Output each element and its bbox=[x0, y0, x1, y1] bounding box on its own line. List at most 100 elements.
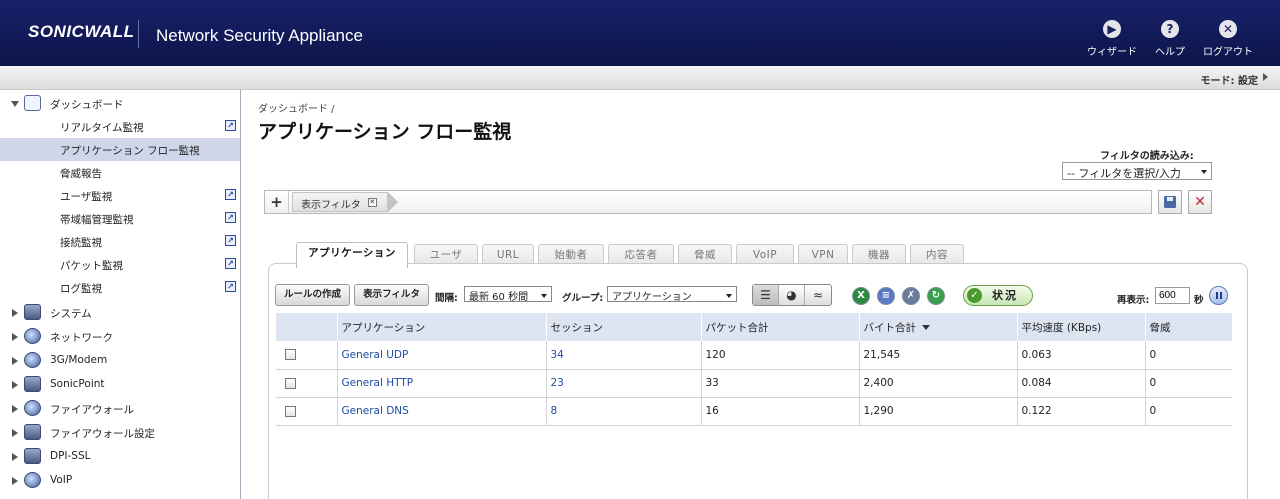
tools-icon[interactable]: ✗ bbox=[902, 287, 920, 305]
application-link[interactable]: General HTTP bbox=[342, 377, 414, 389]
sidebar-item-3g-modem[interactable]: 3G/Modem bbox=[0, 349, 240, 372]
sidebar-item-sonicpoint[interactable]: SonicPoint bbox=[0, 373, 240, 396]
packets-cell: 16 bbox=[701, 397, 860, 426]
group-label: グループ: bbox=[562, 293, 604, 304]
sidebar-item-voip[interactable]: VoIP bbox=[0, 469, 240, 492]
sessions-cell: 23 bbox=[546, 369, 702, 398]
group-select[interactable]: アプリケーション bbox=[607, 286, 737, 302]
wizard-button[interactable]: ▶ ウィザード bbox=[1087, 20, 1137, 58]
expand-right-icon[interactable] bbox=[12, 357, 18, 365]
expand-right-icon[interactable] bbox=[12, 453, 18, 461]
row-checkbox[interactable] bbox=[285, 405, 296, 417]
network-icon bbox=[24, 328, 41, 344]
row-checkbox[interactable] bbox=[285, 377, 296, 389]
breadcrumb[interactable]: ダッシュボード / bbox=[258, 100, 335, 115]
sidebar-item-network[interactable]: ネットワーク bbox=[0, 325, 240, 348]
sidebar-item-realtime-monitor[interactable]: リアルタイム監視 ↗ bbox=[0, 115, 240, 138]
sidebar-item-packet-monitor[interactable]: パケット監視 ↗ bbox=[0, 253, 240, 276]
sidebar-item-threat-report[interactable]: 脅威報告 bbox=[0, 161, 240, 184]
sidebar-item-label: ユーザ監視 bbox=[60, 191, 113, 203]
refresh-interval-input[interactable] bbox=[1155, 287, 1190, 304]
table-row: General UDP 34 120 21,545 0.063 0 bbox=[276, 341, 1232, 370]
refresh-icon[interactable]: ↻ bbox=[927, 287, 945, 305]
column-header-application[interactable]: アプリケーション bbox=[337, 313, 547, 341]
column-header-packets[interactable]: パケット合計 bbox=[701, 313, 860, 341]
sidebar-item-dpi-ssl[interactable]: DPI-SSL bbox=[0, 445, 240, 468]
sessions-cell: 34 bbox=[546, 341, 702, 370]
application-link[interactable]: General UDP bbox=[342, 349, 409, 361]
firewall-icon bbox=[24, 400, 41, 416]
bytes-cell: 1,290 bbox=[859, 397, 1018, 426]
remove-filter-icon[interactable]: ✕ bbox=[367, 198, 377, 207]
row-select-cell bbox=[276, 397, 338, 426]
sessions-link[interactable]: 8 bbox=[551, 405, 558, 417]
list-view-icon[interactable]: ☰ bbox=[753, 285, 779, 305]
filter-chip[interactable]: 表示フィルタ ✕ bbox=[292, 192, 388, 212]
expand-right-icon[interactable] bbox=[12, 477, 18, 485]
sidebar-item-dashboard[interactable]: ダッシュボード bbox=[0, 92, 240, 115]
sidebar-item-log-monitor[interactable]: ログ監視 ↗ bbox=[0, 276, 240, 299]
popout-icon[interactable]: ↗ bbox=[225, 120, 236, 131]
pie-chart-icon[interactable]: ◕ bbox=[779, 285, 805, 305]
expand-right-icon[interactable] bbox=[12, 381, 18, 389]
expand-down-icon[interactable] bbox=[11, 101, 19, 107]
popout-icon[interactable]: ↗ bbox=[225, 189, 236, 200]
column-header-bytes[interactable]: バイト合計 bbox=[859, 313, 1018, 341]
logout-icon: ✕ bbox=[1219, 20, 1237, 38]
sidebar-item-firewall-settings[interactable]: ファイアウォール設定 bbox=[0, 421, 240, 444]
check-icon: ✓ bbox=[967, 288, 982, 303]
expand-right-icon[interactable] bbox=[12, 333, 18, 341]
column-header-avg-rate[interactable]: 平均速度 (KBps) bbox=[1017, 313, 1146, 341]
application-link[interactable]: General DNS bbox=[342, 405, 409, 417]
sidebar-item-connection-monitor[interactable]: 接続監視 ↗ bbox=[0, 230, 240, 253]
popout-icon[interactable]: ↗ bbox=[225, 258, 236, 269]
popout-icon[interactable]: ↗ bbox=[225, 235, 236, 246]
expand-right-icon[interactable] bbox=[12, 405, 18, 413]
sidebar-item-app-flow-monitor[interactable]: アプリケーション フロー監視 bbox=[0, 138, 240, 161]
view-mode-group: ☰ ◕ ≈ bbox=[752, 284, 832, 306]
sidebar-item-label: ファイアウォール設定 bbox=[50, 428, 155, 440]
column-header-sessions[interactable]: セッション bbox=[546, 313, 702, 341]
column-header-threat[interactable]: 脅威 bbox=[1145, 313, 1232, 341]
sidebar-item-system[interactable]: システム bbox=[0, 301, 240, 324]
popout-icon[interactable]: ↗ bbox=[225, 212, 236, 223]
status-button[interactable]: ✓ 状況 bbox=[963, 285, 1033, 306]
help-button[interactable]: ? ヘルプ bbox=[1145, 20, 1195, 58]
logout-button[interactable]: ✕ ログアウト bbox=[1203, 20, 1253, 58]
popout-icon[interactable]: ↗ bbox=[225, 281, 236, 292]
system-icon bbox=[24, 304, 41, 320]
expand-right-icon[interactable] bbox=[12, 429, 18, 437]
sessions-link[interactable]: 23 bbox=[551, 377, 564, 389]
table-row: General DNS 8 16 1,290 0.122 0 bbox=[276, 397, 1232, 426]
group-value: アプリケーション bbox=[612, 292, 692, 302]
filter-load-value: -- フィルタを選択/入力 bbox=[1067, 167, 1181, 180]
voip-icon bbox=[24, 472, 41, 488]
add-filter-button[interactable]: + bbox=[265, 191, 289, 213]
pause-icon[interactable] bbox=[1209, 286, 1228, 305]
delete-filter-button[interactable]: ✕ bbox=[1188, 190, 1212, 214]
sidebar-item-firewall[interactable]: ファイアウォール bbox=[0, 397, 240, 420]
document-icon[interactable]: ≡ bbox=[877, 287, 895, 305]
threat-cell: 0 bbox=[1145, 341, 1232, 370]
expand-right-icon[interactable] bbox=[12, 309, 18, 317]
save-filter-button[interactable] bbox=[1158, 190, 1182, 214]
filter-bar[interactable]: + 表示フィルタ ✕ bbox=[264, 190, 1152, 214]
column-header-bytes-label: バイト合計 bbox=[863, 321, 917, 334]
filter-chip-tail bbox=[388, 192, 398, 212]
create-rule-button[interactable]: ルールの作成 bbox=[275, 284, 350, 306]
view-filter-button[interactable]: 表示フィルタ bbox=[354, 284, 429, 306]
sessions-cell: 8 bbox=[546, 397, 702, 426]
row-checkbox[interactable] bbox=[285, 349, 296, 361]
interval-select[interactable]: 最新 60 秒間 bbox=[464, 286, 552, 302]
excel-export-icon[interactable]: X bbox=[852, 287, 870, 305]
sidebar-item-user-monitor[interactable]: ユーザ監視 ↗ bbox=[0, 184, 240, 207]
modem-icon bbox=[24, 352, 41, 368]
sidebar-item-label: 接続監視 bbox=[60, 237, 102, 249]
filter-load-select[interactable]: -- フィルタを選択/入力 bbox=[1062, 162, 1212, 180]
sessions-link[interactable]: 34 bbox=[551, 349, 564, 361]
tab-application[interactable]: アプリケーション bbox=[296, 242, 408, 268]
mode-toggle[interactable]: モード: 設定 bbox=[1201, 72, 1258, 87]
sidebar-item-bandwidth-monitor[interactable]: 帯域幅管理監視 ↗ bbox=[0, 207, 240, 230]
line-chart-icon[interactable]: ≈ bbox=[805, 285, 831, 305]
sort-desc-icon bbox=[922, 325, 930, 330]
